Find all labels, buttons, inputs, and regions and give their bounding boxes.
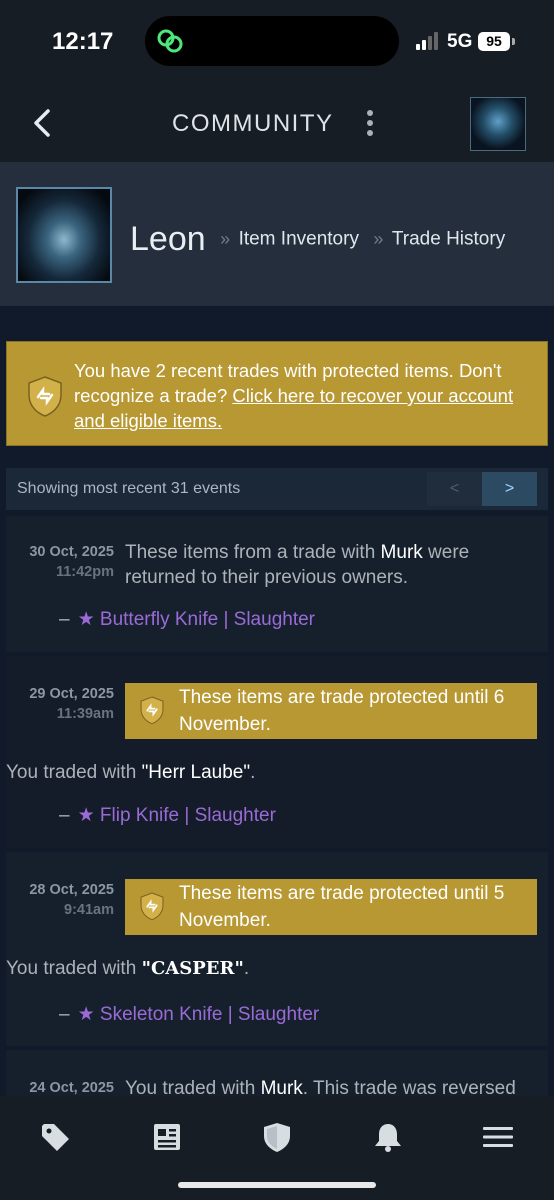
nav-header: COMMUNITY: [0, 84, 554, 162]
traded-with-line: You traded with "Herr Laube".: [6, 762, 255, 784]
trade-description: These items from a trade with Murk were …: [125, 540, 543, 590]
item-dash: –: [59, 1004, 70, 1025]
battery-icon: 95: [478, 32, 510, 51]
protected-text: These items are trade protected until 5 …: [179, 883, 505, 931]
trade-protected-shield-icon: [140, 696, 164, 725]
item-link[interactable]: ★ Butterfly Knife | Slaughter: [78, 609, 315, 630]
trade-item: – ★ Skeleton Knife | Slaughter: [59, 1003, 319, 1026]
trade-item: – ★ Flip Knife | Slaughter: [59, 804, 276, 827]
home-indicator: [178, 1182, 376, 1188]
link-app-icon: [157, 29, 183, 53]
item-dash: –: [59, 805, 70, 826]
profile-header: Leon » Item Inventory » Trade History: [0, 162, 554, 306]
breadcrumb: Leon » Item Inventory » Trade History: [130, 220, 505, 259]
dynamic-island: [145, 16, 399, 66]
menu-icon[interactable]: [482, 1122, 514, 1152]
more-options-icon[interactable]: [362, 108, 378, 138]
shield-icon[interactable]: [261, 1122, 293, 1152]
events-pager-bar: Showing most recent 31 events < >: [6, 468, 548, 510]
traded-text: You traded with: [6, 762, 142, 783]
trade-time: 11:42pm: [55, 564, 114, 580]
trade-protected-shield-icon: [140, 892, 164, 921]
trade-protected-notice: These items are trade protected until 5 …: [125, 879, 537, 935]
alert-message: You have 2 recent trades with protected …: [74, 358, 540, 433]
traded-text: .: [250, 762, 256, 783]
protected-text: These items are trade protected until 6 …: [179, 687, 505, 735]
profile-name-link[interactable]: Leon: [130, 220, 206, 258]
status-time: 12:17: [52, 28, 114, 55]
item-link[interactable]: ★ Skeleton Knife | Slaughter: [78, 1004, 320, 1025]
trade-partner-link[interactable]: Murk: [381, 542, 423, 563]
traded-with-line: You traded with "CASPER".: [6, 958, 249, 980]
trade-date: 24 Oct, 2025: [29, 1080, 114, 1096]
network-label: 5G: [447, 31, 473, 52]
status-bar: 12:17 5G 95: [0, 0, 554, 84]
trade-row: 29 Oct, 2025 11:39am These items are tra…: [6, 656, 548, 848]
item-dash: –: [59, 609, 70, 630]
traded-text: You traded with: [6, 958, 142, 979]
trade-item: – ★ Butterfly Knife | Slaughter: [59, 608, 315, 631]
breadcrumb-separator: »: [220, 229, 231, 249]
user-avatar[interactable]: [470, 97, 526, 151]
desc-text: These items from a trade with: [125, 542, 381, 563]
events-count-label: Showing most recent 31 events: [17, 480, 241, 497]
breadcrumb-item-inventory[interactable]: Item Inventory: [239, 229, 359, 250]
back-icon[interactable]: [30, 108, 56, 138]
trade-protected-notice: These items are trade protected until 6 …: [125, 683, 537, 739]
item-link[interactable]: ★ Flip Knife | Slaughter: [78, 805, 276, 826]
bell-icon[interactable]: [372, 1122, 404, 1152]
page-title: COMMUNITY: [172, 110, 334, 137]
trade-partner-link[interactable]: "CASPER": [142, 958, 244, 979]
breadcrumb-trade-history[interactable]: Trade History: [392, 229, 505, 250]
trade-row: 30 Oct, 2025 11:42pm These items from a …: [6, 516, 548, 652]
signal-icon: [416, 32, 438, 50]
battery-nub: [512, 38, 515, 45]
trade-protection-alert: You have 2 recent trades with protected …: [6, 341, 548, 446]
next-page-button[interactable]: >: [482, 472, 537, 506]
traded-text: .: [243, 958, 250, 979]
trade-time: 11:39am: [56, 706, 114, 722]
trade-protected-shield-icon: [28, 376, 62, 417]
news-icon[interactable]: [151, 1122, 183, 1152]
trade-date: 30 Oct, 2025: [29, 544, 114, 560]
prev-page-button[interactable]: <: [427, 472, 482, 506]
trade-partner-link[interactable]: "Herr Laube": [142, 762, 251, 783]
breadcrumb-separator: »: [373, 229, 384, 249]
tag-icon[interactable]: [40, 1122, 72, 1152]
trade-row: 28 Oct, 2025 9:41am These items are trad…: [6, 852, 548, 1046]
profile-avatar[interactable]: [16, 187, 112, 283]
trade-date: 29 Oct, 2025: [29, 686, 114, 702]
trade-time: 9:41am: [64, 902, 114, 918]
trade-date: 28 Oct, 2025: [29, 882, 114, 898]
